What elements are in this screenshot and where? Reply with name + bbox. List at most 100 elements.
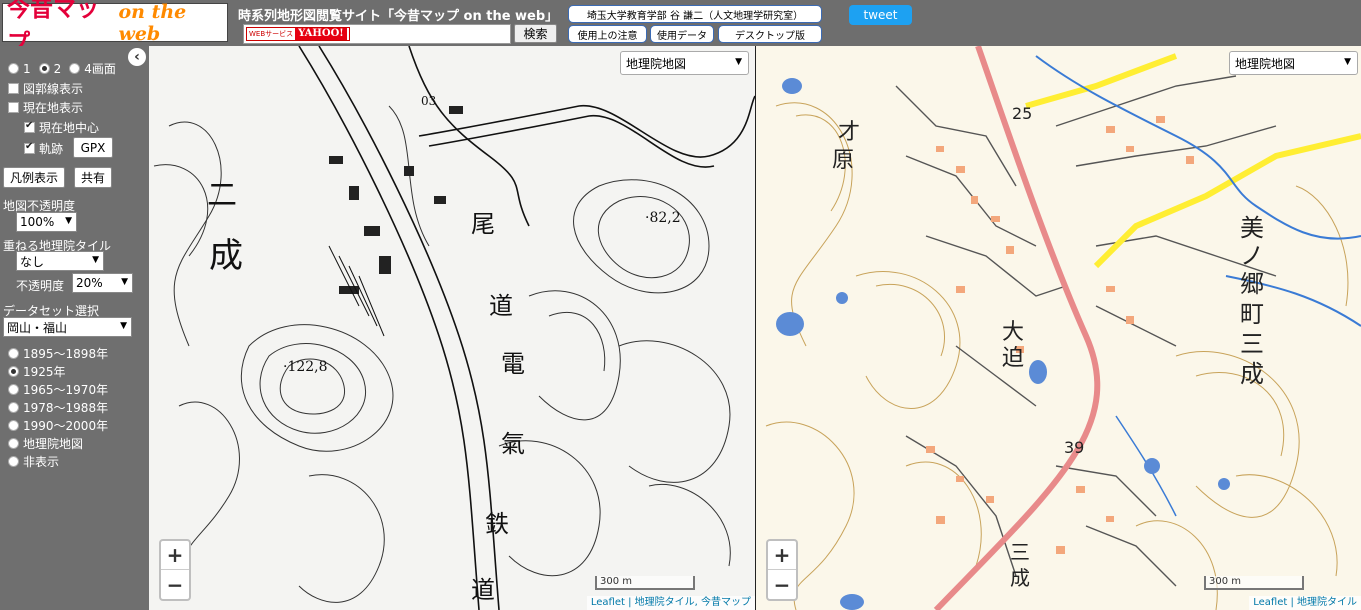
- elevation-label: ·122,8: [283, 359, 328, 375]
- period-option[interactable]: 地理院地図: [8, 435, 83, 452]
- author-link[interactable]: 埼玉大学教育学部 谷 謙二（人文地理学研究室）: [568, 5, 822, 23]
- track-label: 軌跡: [39, 142, 64, 156]
- route-number-label: 39: [1064, 438, 1085, 457]
- location-checkbox[interactable]: [8, 102, 19, 113]
- zoom-in-button[interactable]: +: [161, 541, 189, 570]
- period-label: 1965～1970年: [23, 383, 109, 397]
- legend-button[interactable]: 凡例表示: [3, 167, 65, 188]
- right-layer-select[interactable]: 地理院地図 ▼: [1229, 51, 1358, 75]
- right-layer-value: 地理院地図: [1235, 56, 1296, 71]
- right-scale-bar: 300 m: [1204, 576, 1304, 590]
- period-label: 1925年: [23, 365, 66, 379]
- period-radio[interactable]: [8, 420, 19, 431]
- map-label: 電: [501, 350, 525, 378]
- screen-radio-2[interactable]: [38, 63, 50, 74]
- map-label: 道: [471, 576, 495, 604]
- historic-map-graphic: [153, 46, 755, 610]
- gpx-button[interactable]: GPX: [73, 137, 113, 158]
- center-location-label: 現在地中心: [39, 121, 100, 135]
- map-opacity-value: 100%: [20, 215, 55, 229]
- screen-radio-4[interactable]: [69, 63, 81, 74]
- center-location-toggle[interactable]: 現在地中心: [24, 119, 99, 136]
- right-attribution[interactable]: Leaflet | 地理院タイル: [1249, 596, 1361, 610]
- period-label: 1978～1988年: [23, 401, 109, 415]
- screen-radio-1[interactable]: [8, 63, 19, 74]
- desktop-version-button[interactable]: デスクトップ版: [718, 25, 822, 43]
- period-label: 1895～1898年: [23, 347, 109, 361]
- period-option[interactable]: 1990～2000年: [8, 417, 108, 434]
- overlay-opacity-select[interactable]: 20% ▼: [72, 273, 133, 293]
- site-logo[interactable]: 今昔マップ on the web: [2, 0, 228, 56]
- map-label: 道: [489, 292, 513, 320]
- right-zoom-control: + −: [766, 539, 798, 601]
- map-label: 鉄: [485, 510, 509, 538]
- grid-lines-label: 図郭線表示: [23, 82, 84, 96]
- map-label: 迫: [1002, 346, 1025, 371]
- period-label: 地理院地図: [23, 437, 84, 451]
- screen-radio-2-label: 2: [53, 61, 62, 76]
- search-button[interactable]: 検索: [514, 24, 557, 43]
- yahoo-logo: YAHOO!: [295, 28, 347, 40]
- map-label: 原: [832, 148, 855, 173]
- chevron-left-icon[interactable]: ‹: [128, 48, 146, 66]
- left-layer-value: 地理院地図: [626, 56, 687, 71]
- town-label: 成: [1240, 360, 1264, 388]
- center-location-checkbox[interactable]: [24, 120, 35, 133]
- period-option[interactable]: 1895～1898年: [8, 345, 108, 362]
- overlay-tile-select[interactable]: なし ▼: [16, 251, 104, 271]
- grid-lines-toggle[interactable]: 図郭線表示: [8, 80, 83, 97]
- route-number-label: 25: [1012, 104, 1033, 123]
- tweet-button[interactable]: tweet: [849, 5, 912, 25]
- zoom-out-button[interactable]: −: [768, 570, 796, 599]
- modern-map-pane[interactable]: 才 原 大 迫 美 ノ 郷 町 三 成 三 成 25 39 地理院地図 ▼ + −…: [756, 46, 1361, 610]
- zoom-out-button[interactable]: −: [161, 570, 189, 599]
- search-box: WEBサービス YAHOO!: [243, 24, 511, 44]
- chevron-down-icon: ▼: [121, 277, 128, 287]
- search-input[interactable]: [352, 25, 510, 43]
- map-label: 尾: [471, 210, 495, 238]
- track-checkbox[interactable]: [24, 141, 35, 154]
- period-option[interactable]: 1965～1970年: [8, 381, 108, 398]
- left-attribution[interactable]: Leaflet | 地理院タイル, 今昔マップ: [586, 596, 755, 610]
- yahoo-webservice-label: WEBサービス: [247, 29, 296, 39]
- sidebar: ‹ 1 2 4画面 図郭線表示 現在地表示 現在地中心 軌跡 GPX 凡例表示 …: [0, 46, 148, 610]
- period-option[interactable]: 非表示: [8, 453, 59, 470]
- data-used-button[interactable]: 使用データ: [650, 25, 714, 43]
- period-radio[interactable]: [8, 384, 19, 395]
- elevation-label: ·82,2: [645, 210, 681, 226]
- overlay-tile-value: なし: [20, 254, 45, 269]
- period-option[interactable]: 1978～1988年: [8, 399, 108, 416]
- usage-notice-button[interactable]: 使用上の注意: [568, 25, 647, 43]
- screen-radio-1-label: 1: [23, 61, 31, 76]
- map-label: 成: [209, 236, 243, 276]
- location-label: 現在地表示: [23, 101, 84, 115]
- location-toggle[interactable]: 現在地表示: [8, 99, 83, 116]
- dataset-value: 岡山・福山: [7, 320, 68, 335]
- left-layer-select[interactable]: 地理院地図 ▼: [620, 51, 749, 75]
- map-label: 成: [1010, 566, 1030, 590]
- map-label: 03: [421, 94, 437, 108]
- period-radio[interactable]: [8, 402, 19, 413]
- zoom-in-button[interactable]: +: [768, 541, 796, 570]
- share-button[interactable]: 共有: [74, 167, 112, 188]
- chevron-down-icon: ▼: [735, 57, 742, 67]
- map-opacity-select[interactable]: 100% ▼: [16, 212, 77, 232]
- overlay-opacity-label: 不透明度: [16, 279, 65, 293]
- overlay-opacity-value: 20%: [76, 276, 103, 290]
- period-option[interactable]: 1925年: [8, 363, 66, 380]
- period-label: 1990～2000年: [23, 419, 109, 433]
- screen-radio-4-label: 4画面: [84, 62, 116, 76]
- logo-sub-text: on the web: [118, 0, 187, 45]
- map-label: 二: [207, 178, 237, 213]
- grid-lines-checkbox[interactable]: [8, 83, 19, 94]
- track-toggle[interactable]: 軌跡: [24, 140, 63, 157]
- screen-count-group: 1 2 4画面: [8, 60, 116, 77]
- period-radio[interactable]: [8, 366, 19, 377]
- period-radio[interactable]: [8, 456, 19, 467]
- historic-map-pane[interactable]: 二 成 尾 道 電 氣 鉄 道 ·82,2 ·122,8 03 地理院地図 ▼ +…: [149, 46, 755, 610]
- chevron-down-icon: ▼: [65, 216, 72, 226]
- dataset-select[interactable]: 岡山・福山 ▼: [3, 317, 132, 337]
- period-radio[interactable]: [8, 348, 19, 359]
- yahoo-badge: WEBサービス YAHOO!: [246, 27, 350, 41]
- period-radio[interactable]: [8, 438, 19, 449]
